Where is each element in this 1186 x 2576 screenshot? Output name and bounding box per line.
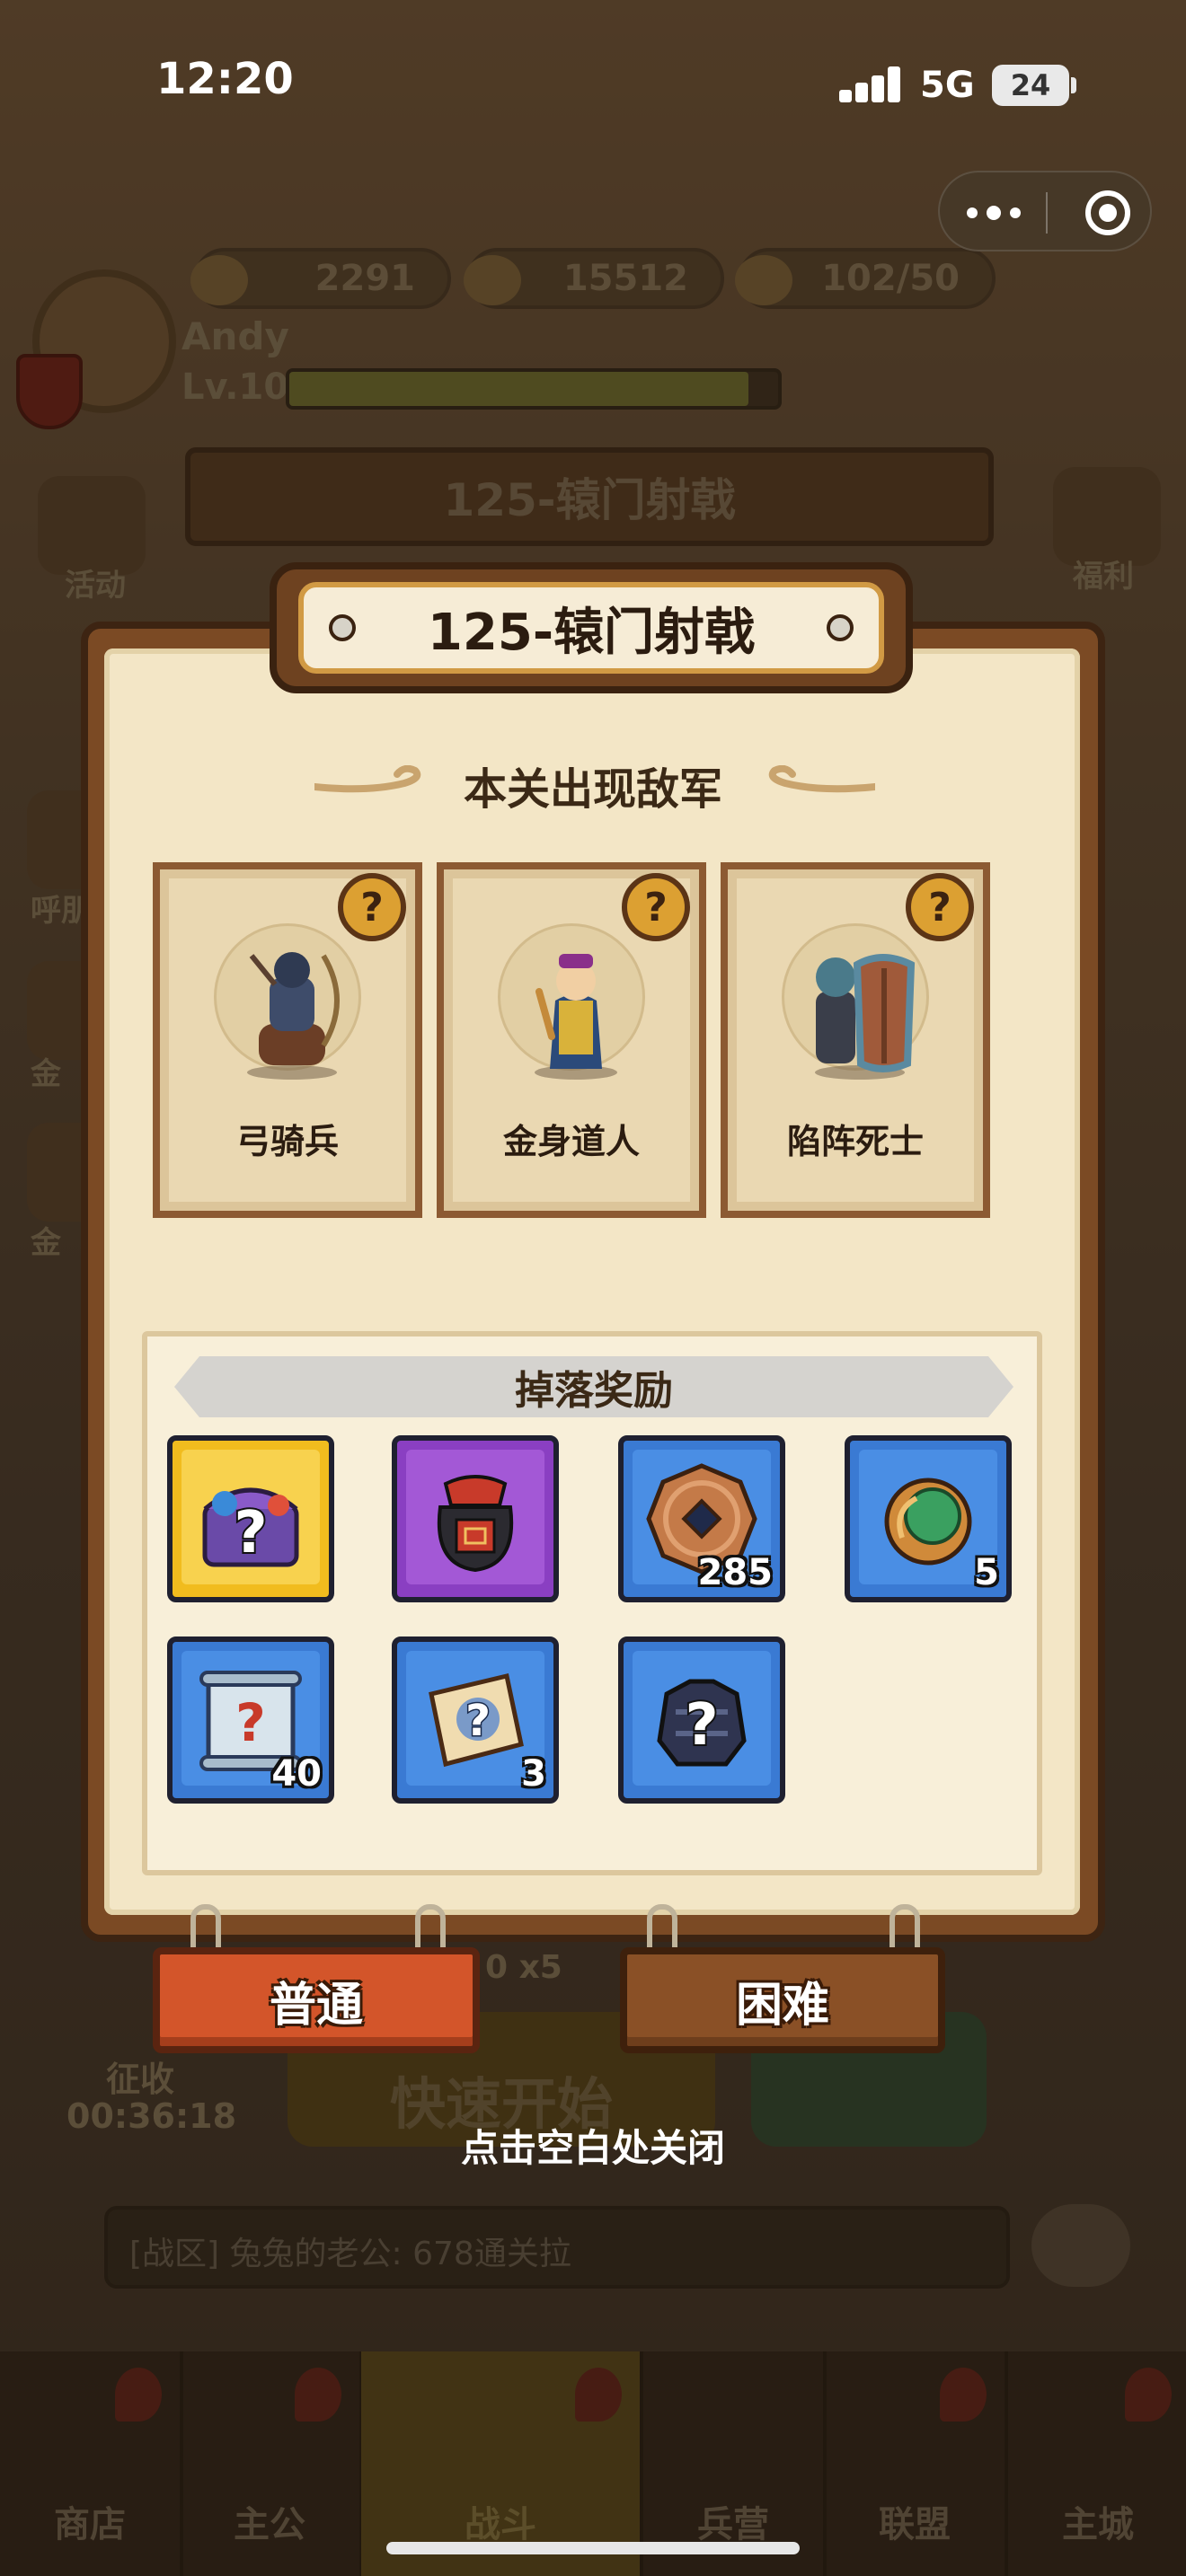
enemy-name: 金身道人 xyxy=(502,1122,640,1161)
enemy-card-shield-soldier[interactable]: ? 陷阵死士 xyxy=(721,862,990,1218)
battery-icon: 24 xyxy=(992,65,1069,106)
home-indicator xyxy=(386,2542,800,2554)
horse-archer-icon xyxy=(247,952,340,1080)
modal-title-plate: 125-辕门射戟 xyxy=(270,562,913,693)
more-menu-icon[interactable] xyxy=(967,198,1021,228)
close-miniprogram-icon[interactable] xyxy=(1085,190,1130,235)
svg-text:?: ? xyxy=(685,1692,718,1759)
network-type: 5G xyxy=(920,65,975,106)
modal-title: 125-辕门射戟 xyxy=(427,603,756,662)
help-icon[interactable]: ? xyxy=(906,873,974,941)
drop-item-map-scroll[interactable]: ? 3 xyxy=(392,1636,559,1804)
difficulty-normal-button[interactable]: 普通 xyxy=(153,1947,480,2053)
map-scroll-icon: ? xyxy=(429,1672,524,1768)
item-quantity: 5 xyxy=(974,1552,999,1593)
battery-cap xyxy=(1071,77,1076,93)
item-quantity: 3 xyxy=(521,1753,546,1795)
drop-item-jade-orb[interactable]: 5 xyxy=(845,1435,1012,1602)
taoist-icon xyxy=(535,954,617,1080)
enemy-name: 弓骑兵 xyxy=(235,1122,339,1161)
svg-text:?: ? xyxy=(234,1500,267,1566)
drop-item-mystery-scroll[interactable]: ? 40 xyxy=(167,1636,334,1804)
close-hint: 点击空白处关闭 xyxy=(460,2126,725,2170)
rivet-icon xyxy=(329,614,356,641)
signal-icon xyxy=(839,66,902,102)
drop-item-copper-coin[interactable]: 285 xyxy=(618,1435,785,1602)
mystery-armor-icon: ? xyxy=(657,1679,747,1767)
enemy-card-horse-archer[interactable]: ? 弓骑兵 xyxy=(153,862,422,1218)
item-quantity: 40 xyxy=(271,1753,322,1795)
drops-heading: 掉落奖励 xyxy=(174,1356,1013,1417)
drop-item-wine-jar[interactable] xyxy=(392,1435,559,1602)
enemy-name: 陷阵死士 xyxy=(786,1122,924,1161)
shield-soldier-icon xyxy=(815,954,916,1080)
wine-jar-icon xyxy=(437,1475,514,1573)
help-icon[interactable]: ? xyxy=(622,873,690,941)
svg-text:?: ? xyxy=(465,1696,491,1746)
help-icon[interactable]: ? xyxy=(338,873,406,941)
item-quantity: 285 xyxy=(697,1552,774,1593)
mystery-chest-icon: ? xyxy=(202,1487,299,1568)
status-time: 12:20 xyxy=(156,54,294,104)
rivet-icon xyxy=(827,614,854,641)
mini-program-capsule xyxy=(938,171,1152,251)
jade-orb-icon xyxy=(884,1478,972,1566)
cloud-swirl-right-icon xyxy=(768,765,875,793)
drop-item-mystery-armor[interactable]: ? xyxy=(618,1636,785,1804)
drop-item-mystery-chest[interactable]: ? xyxy=(167,1435,334,1602)
enemy-card-taoist[interactable]: ? 金身道人 xyxy=(437,862,706,1218)
difficulty-hard-button[interactable]: 困难 xyxy=(620,1947,945,2053)
svg-text:?: ? xyxy=(235,1692,266,1753)
